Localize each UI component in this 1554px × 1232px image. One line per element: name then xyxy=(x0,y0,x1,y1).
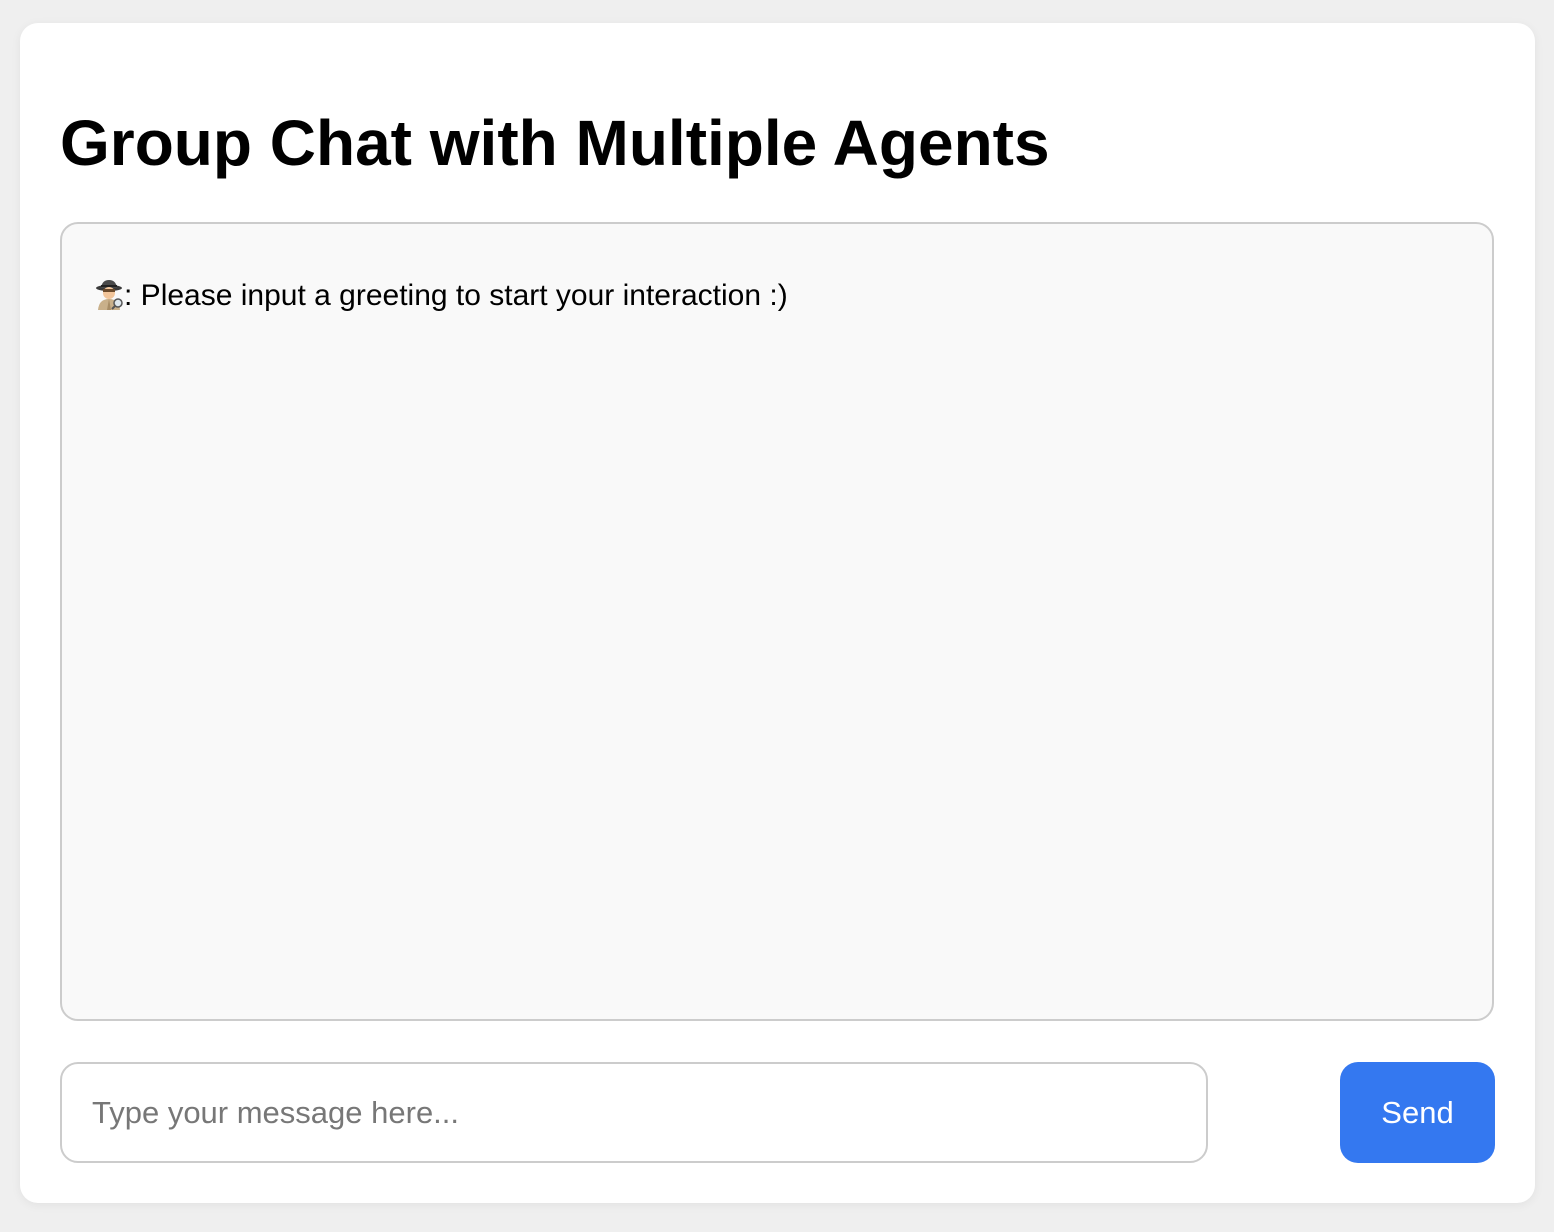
page-title: Group Chat with Multiple Agents xyxy=(60,107,1050,179)
message-text: Please input a greeting to start your in… xyxy=(132,279,788,312)
chat-log[interactable]: : Please input a greeting to start your … xyxy=(60,222,1494,1021)
chat-card: Group Chat with Multiple Agents: Please… xyxy=(20,23,1535,1203)
detective-icon xyxy=(94,279,124,311)
message-input[interactable] xyxy=(60,1062,1208,1163)
chat-message: : Please input a greeting to start your … xyxy=(94,276,1460,316)
send-button[interactable]: Send xyxy=(1340,1062,1495,1163)
